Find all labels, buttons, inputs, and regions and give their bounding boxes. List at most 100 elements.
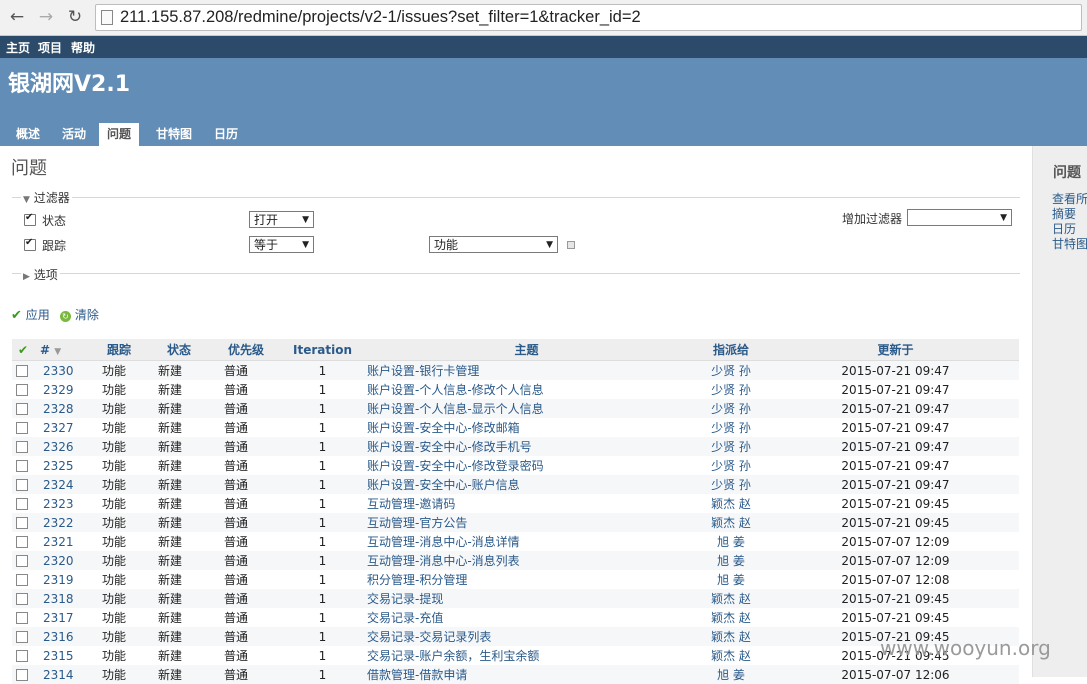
issue-id-link[interactable]: 2322 <box>43 516 74 530</box>
issue-assignee-link[interactable]: 颖杰 赵 <box>711 592 751 606</box>
issue-id-link[interactable]: 2326 <box>43 440 74 454</box>
issue-subject-link[interactable]: 账户设置-个人信息-显示个人信息 <box>367 402 544 416</box>
issue-subject-link[interactable]: 互动管理-消息中心-消息详情 <box>367 535 520 549</box>
issue-id-link[interactable]: 2325 <box>43 459 74 473</box>
issue-assignee-link[interactable]: 少贤 孙 <box>711 402 751 416</box>
issue-subject-link[interactable]: 账户设置-银行卡管理 <box>367 364 479 378</box>
issue-assignee-link[interactable]: 颖杰 赵 <box>711 497 751 511</box>
issue-id-link[interactable]: 2317 <box>43 611 74 625</box>
issue-id-link[interactable]: 2323 <box>43 497 74 511</box>
table-row[interactable]: 2316 功能 新建 普通 1 交易记录-交易记录列表 颖杰 赵 2015-07-21 09:… <box>12 627 1019 646</box>
table-row[interactable]: 2320 功能 新建 普通 1 互动管理-消息中心-消息列表 旭 姜 2015-07-07 1… <box>12 551 1019 570</box>
issue-assignee-link[interactable]: 少贤 孙 <box>711 459 751 473</box>
row-checkbox[interactable] <box>16 536 28 548</box>
issue-id-link[interactable]: 2319 <box>43 573 74 587</box>
issue-assignee-link[interactable]: 少贤 孙 <box>711 364 751 378</box>
row-select-cell[interactable] <box>12 589 34 608</box>
tab-calendar[interactable]: 日历 <box>206 123 246 146</box>
column-header-id[interactable]: # ▼ <box>34 339 90 361</box>
row-checkbox[interactable] <box>16 422 28 434</box>
column-header-status[interactable]: 状态 <box>148 339 210 361</box>
row-select-cell[interactable] <box>12 494 34 513</box>
row-checkbox[interactable] <box>16 669 28 681</box>
issue-subject-link[interactable]: 互动管理-邀请码 <box>367 497 455 511</box>
issue-subject-link[interactable]: 账户设置-个人信息-修改个人信息 <box>367 383 544 397</box>
issue-assignee-link[interactable]: 旭 姜 <box>717 535 745 549</box>
table-row[interactable]: 2315 功能 新建 普通 1 交易记录-账户余额，生利宝余额 颖杰 赵 2015-07-21… <box>12 646 1019 665</box>
sidebar-link-gantt[interactable]: 甘特图 <box>1052 235 1087 252</box>
issue-assignee-link[interactable]: 少贤 孙 <box>711 421 751 435</box>
issue-id-link[interactable]: 2314 <box>43 668 74 682</box>
row-checkbox[interactable] <box>16 403 28 415</box>
issue-subject-link[interactable]: 账户设置-安全中心-账户信息 <box>367 478 520 492</box>
issue-assignee-link[interactable]: 颖杰 赵 <box>711 516 751 530</box>
issue-subject-link[interactable]: 借款管理-借款申请 <box>367 668 467 682</box>
tracker-value-select[interactable]: 功能 ▼ <box>429 236 558 253</box>
issue-subject-link[interactable]: 交易记录-交易记录列表 <box>367 630 491 644</box>
status-filter-checkbox[interactable] <box>24 212 36 226</box>
clear-button[interactable]: ↻ 清除 <box>60 306 99 323</box>
issue-assignee-link[interactable]: 颖杰 赵 <box>711 630 751 644</box>
issue-assignee-link[interactable]: 旭 姜 <box>717 554 745 568</box>
issue-assignee-link[interactable]: 旭 姜 <box>717 668 745 682</box>
back-arrow-icon[interactable]: ← <box>6 6 28 28</box>
apply-button[interactable]: ✔ 应用 <box>11 306 50 323</box>
column-header-priority[interactable]: 优先级 <box>210 339 282 361</box>
tab-overview[interactable]: 概述 <box>8 123 48 146</box>
issue-assignee-link[interactable]: 少贤 孙 <box>711 478 751 492</box>
address-bar[interactable]: 211.155.87.208/redmine/projects/v2-1/iss… <box>95 4 1082 31</box>
issue-id-link[interactable]: 2328 <box>43 402 74 416</box>
status-operator-select[interactable]: 打开 ▼ <box>249 211 314 228</box>
issue-id-link[interactable]: 2320 <box>43 554 74 568</box>
row-checkbox[interactable] <box>16 479 28 491</box>
table-row[interactable]: 2318 功能 新建 普通 1 交易记录-提现 颖杰 赵 2015-07-21 09:45 <box>12 589 1019 608</box>
issue-subject-link[interactable]: 交易记录-充值 <box>367 611 443 625</box>
issue-subject-link[interactable]: 交易记录-账户余额，生利宝余额 <box>367 649 539 663</box>
row-checkbox[interactable] <box>16 574 28 586</box>
toggle-multiselect-icon[interactable] <box>567 241 575 249</box>
row-checkbox[interactable] <box>16 555 28 567</box>
issue-subject-link[interactable]: 积分管理-积分管理 <box>367 573 467 587</box>
row-select-cell[interactable] <box>12 570 34 589</box>
row-checkbox[interactable] <box>16 650 28 662</box>
issue-assignee-link[interactable]: 少贤 孙 <box>711 383 751 397</box>
table-row[interactable]: 2322 功能 新建 普通 1 互动管理-官方公告 颖杰 赵 2015-07-21 09:45 <box>12 513 1019 532</box>
issue-id-link[interactable]: 2330 <box>43 364 74 378</box>
toggle-all-checkmark-icon[interactable]: ✔ <box>12 339 34 361</box>
row-checkbox[interactable] <box>16 631 28 643</box>
issue-id-link[interactable]: 2329 <box>43 383 74 397</box>
row-select-cell[interactable] <box>12 360 34 380</box>
table-row[interactable]: 2324 功能 新建 普通 1 账户设置-安全中心-账户信息 少贤 孙 2015-07-21 … <box>12 475 1019 494</box>
top-menu-projects[interactable]: 项目 <box>38 39 62 56</box>
tab-gantt[interactable]: 甘特图 <box>148 123 200 146</box>
row-checkbox[interactable] <box>16 460 28 472</box>
column-header-tracker[interactable]: 跟踪 <box>90 339 148 361</box>
row-select-cell[interactable] <box>12 551 34 570</box>
row-select-cell[interactable] <box>12 513 34 532</box>
issue-subject-link[interactable]: 账户设置-安全中心-修改邮箱 <box>367 421 520 435</box>
table-row[interactable]: 2328 功能 新建 普通 1 账户设置-个人信息-显示个人信息 少贤 孙 2015-07-2… <box>12 399 1019 418</box>
table-row[interactable]: 2321 功能 新建 普通 1 互动管理-消息中心-消息详情 旭 姜 2015-07-07 1… <box>12 532 1019 551</box>
tab-activity[interactable]: 活动 <box>54 123 94 146</box>
row-checkbox[interactable] <box>16 365 28 377</box>
row-checkbox[interactable] <box>16 441 28 453</box>
row-select-cell[interactable] <box>12 437 34 456</box>
row-select-cell[interactable] <box>12 418 34 437</box>
row-select-cell[interactable] <box>12 475 34 494</box>
issue-id-link[interactable]: 2318 <box>43 592 74 606</box>
row-checkbox[interactable] <box>16 517 28 529</box>
top-menu-home[interactable]: 主页 <box>6 39 30 56</box>
issue-id-link[interactable]: 2316 <box>43 630 74 644</box>
row-select-cell[interactable] <box>12 399 34 418</box>
table-row[interactable]: 2327 功能 新建 普通 1 账户设置-安全中心-修改邮箱 少贤 孙 2015-07-21 … <box>12 418 1019 437</box>
row-checkbox[interactable] <box>16 384 28 396</box>
reload-icon[interactable]: ↻ <box>64 6 86 28</box>
issue-assignee-link[interactable]: 颖杰 赵 <box>711 611 751 625</box>
row-select-cell[interactable] <box>12 380 34 399</box>
tab-issues[interactable]: 问题 <box>99 123 140 146</box>
tracker-filter-checkbox[interactable] <box>24 237 36 251</box>
row-select-cell[interactable] <box>12 532 34 551</box>
column-header-iteration[interactable]: Iteration <box>282 339 363 361</box>
issue-id-link[interactable]: 2321 <box>43 535 74 549</box>
row-select-cell[interactable] <box>12 627 34 646</box>
